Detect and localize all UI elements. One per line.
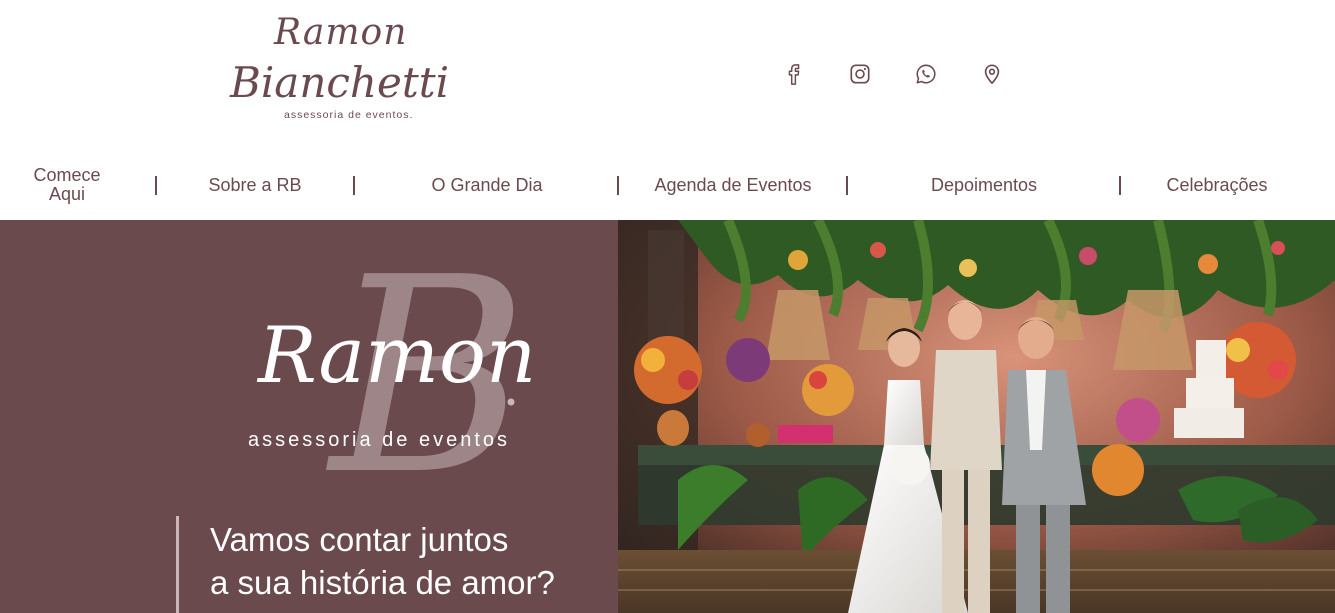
nav-separator <box>617 176 619 195</box>
wedding-photo <box>618 220 1335 613</box>
logo-tagline: assessoria de eventos. <box>284 109 414 121</box>
nav-item-grande-dia[interactable]: O Grande Dia <box>392 160 582 210</box>
hero-headline-line1: Vamos contar juntos <box>210 521 509 558</box>
instagram-link[interactable] <box>846 60 874 88</box>
facebook-icon <box>788 64 800 85</box>
headline-accent-bar <box>176 516 179 613</box>
nav-item-agenda[interactable]: Agenda de Eventos <box>634 160 832 210</box>
hero-panel: B Ramon assessoria de eventos Vamos cont… <box>0 220 618 613</box>
hero-photo <box>618 220 1335 613</box>
location-icon <box>984 64 1000 84</box>
nav-separator <box>1119 176 1121 195</box>
logo-last-name: Bianchetti <box>230 58 450 107</box>
facebook-link[interactable] <box>780 60 808 88</box>
site-header: Ramon Bianchetti assessoria de eventos. <box>0 0 1335 220</box>
whatsapp-link[interactable] <box>912 60 940 88</box>
nav-separator <box>155 176 157 195</box>
nav-item-depoimentos[interactable]: Depoimentos <box>894 160 1074 210</box>
brand-logo[interactable]: Ramon Bianchetti assessoria de eventos. <box>222 10 449 135</box>
nav-item-celebracoes[interactable]: Celebrações <box>1142 160 1292 210</box>
nav-separator <box>846 176 848 195</box>
instagram-icon <box>850 64 870 84</box>
nav-separator <box>353 176 355 195</box>
nav-item-sobre[interactable]: Sobre a RB <box>180 160 330 210</box>
hero-headline-line2: a sua história de amor? <box>210 564 555 601</box>
hero-monogram-logo: B Ramon assessoria de eventos <box>248 220 536 510</box>
logo-first-name: Ramon <box>274 12 408 53</box>
hero-tagline: assessoria de eventos <box>248 429 510 451</box>
whatsapp-icon <box>916 64 936 84</box>
nav-item-comece-aqui[interactable]: Comece Aqui <box>20 160 114 210</box>
hero-script-name: Ramon <box>256 311 536 401</box>
main-nav: Comece Aqui Sobre a RB O Grande Dia Agen… <box>0 160 1335 210</box>
location-link[interactable] <box>978 60 1006 88</box>
hero-headline: Vamos contar juntos a sua história de am… <box>210 518 555 604</box>
